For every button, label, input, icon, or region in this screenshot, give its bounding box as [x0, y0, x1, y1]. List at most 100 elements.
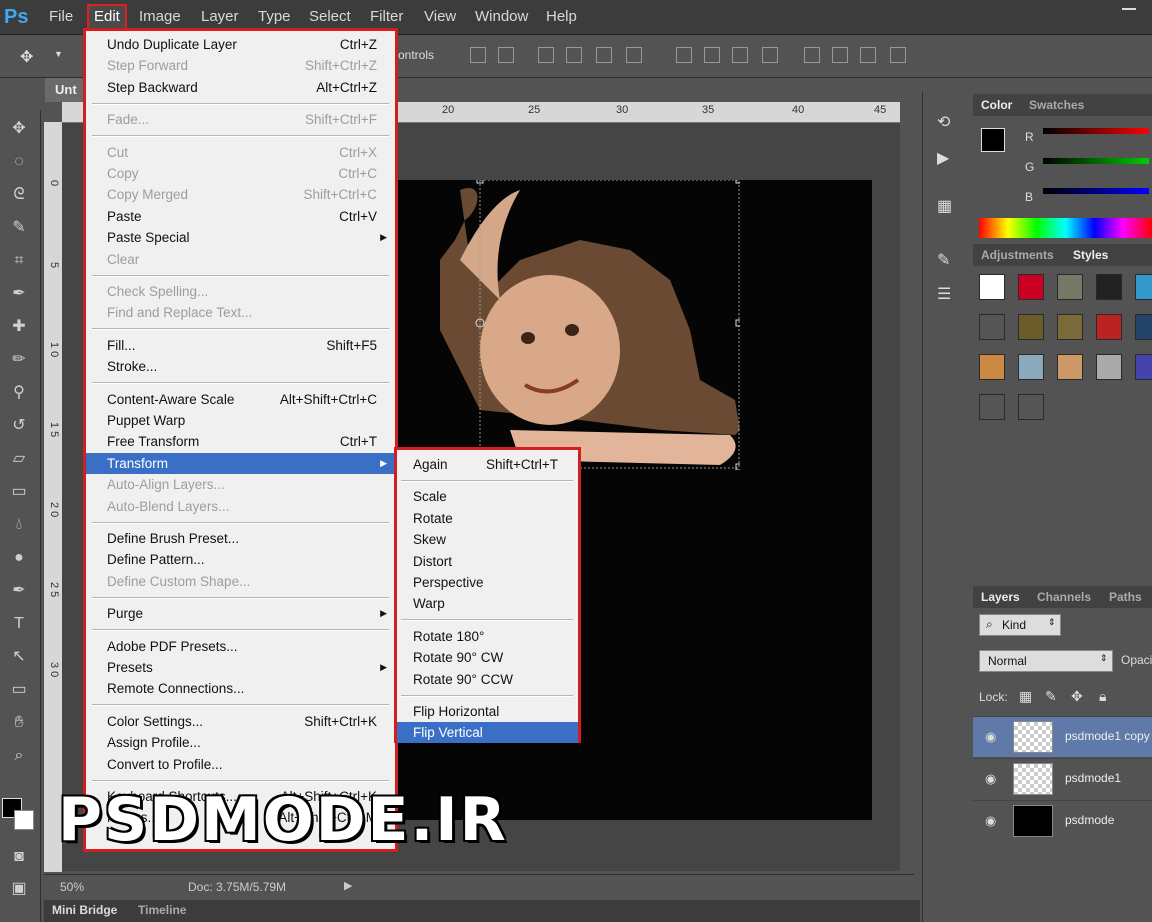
- zoom-tool-icon[interactable]: ⌕: [8, 745, 30, 767]
- style-swatch[interactable]: [1018, 274, 1044, 300]
- actions-play-icon[interactable]: ▶: [937, 148, 949, 168]
- menu-item-flip-vertical[interactable]: Flip Vertical: [397, 722, 578, 744]
- align-option-icon[interactable]: [804, 47, 820, 63]
- history-brush-tool-icon[interactable]: ↺: [8, 415, 30, 437]
- menu-filter[interactable]: Filter: [365, 6, 408, 28]
- tab-styles[interactable]: Styles: [1073, 248, 1108, 262]
- blue-slider[interactable]: [1043, 188, 1149, 194]
- menu-item-perspective[interactable]: Perspective: [397, 572, 578, 593]
- zoom-level[interactable]: 50%: [60, 880, 84, 894]
- menu-edit[interactable]: Edit: [87, 4, 127, 30]
- quick-mask-icon[interactable]: ◙: [8, 846, 30, 868]
- type-tool-icon[interactable]: T: [8, 613, 30, 635]
- healing-tool-icon[interactable]: ✚: [8, 316, 30, 338]
- hand-tool-icon[interactable]: ✋︎: [8, 712, 30, 734]
- foreground-color-swatch[interactable]: [981, 128, 1005, 152]
- layer-name[interactable]: psdmode: [1065, 813, 1114, 827]
- pen-tool-icon[interactable]: ✒: [8, 580, 30, 602]
- move-tool-icon[interactable]: ✥: [8, 118, 30, 140]
- menu-item-rotate-180[interactable]: Rotate 180°: [397, 626, 578, 647]
- menu-item-scale[interactable]: Scale: [397, 486, 578, 507]
- quick-select-tool-icon[interactable]: ✎: [8, 217, 30, 239]
- tab-layers[interactable]: Layers: [981, 590, 1020, 604]
- align-option-icon[interactable]: [676, 47, 692, 63]
- style-swatch[interactable]: [1018, 314, 1044, 340]
- style-swatch[interactable]: [1018, 394, 1044, 420]
- clone-stamp-tool-icon[interactable]: ⚲: [8, 382, 30, 404]
- menu-item-step-backward[interactable]: Step Backward Alt+Ctrl+Z: [86, 77, 395, 98]
- menu-type[interactable]: Type: [253, 6, 296, 28]
- menu-window[interactable]: Window: [470, 6, 533, 28]
- menu-item-convert-to-profile[interactable]: Convert to Profile...: [86, 754, 395, 775]
- style-swatch[interactable]: [1057, 314, 1083, 340]
- style-swatch[interactable]: [1096, 274, 1122, 300]
- align-option-icon[interactable]: [732, 47, 748, 63]
- menu-item-flip-horizontal[interactable]: Flip Horizontal: [397, 701, 578, 722]
- align-option-icon[interactable]: [762, 47, 778, 63]
- tab-swatches[interactable]: Swatches: [1029, 98, 1084, 112]
- align-option-icon[interactable]: [626, 47, 642, 63]
- align-option-icon[interactable]: [470, 47, 486, 63]
- properties-icon[interactable]: ▦: [937, 196, 952, 216]
- layer-kind-filter[interactable]: ⌕ Kind ⇕: [979, 614, 1061, 636]
- menu-item-rotate-90-cw[interactable]: Rotate 90° CW: [397, 647, 578, 668]
- menu-item-stroke[interactable]: Stroke...: [86, 356, 395, 377]
- menu-item-define-brush-preset[interactable]: Define Brush Preset...: [86, 528, 395, 549]
- tab-channels[interactable]: Channels: [1037, 590, 1091, 604]
- align-option-icon[interactable]: [566, 47, 582, 63]
- lock-pixels-icon[interactable]: ✎: [1045, 688, 1057, 705]
- align-option-icon[interactable]: [498, 47, 514, 63]
- screen-mode-icon[interactable]: ▣: [8, 878, 30, 900]
- brush-panel-icon[interactable]: ✎: [937, 250, 950, 270]
- menu-file[interactable]: File: [44, 6, 78, 28]
- style-swatch[interactable]: [979, 274, 1005, 300]
- tab-adjustments[interactable]: Adjustments: [981, 248, 1054, 262]
- menu-item-warp[interactable]: Warp: [397, 593, 578, 614]
- layer-row[interactable]: ◉ psdmode1: [973, 758, 1152, 799]
- align-option-icon[interactable]: [596, 47, 612, 63]
- minimize-icon[interactable]: [1122, 8, 1136, 10]
- blur-tool-icon[interactable]: 💧︎: [8, 514, 30, 536]
- menu-item-adobe-pdf-presets[interactable]: Adobe PDF Presets...: [86, 636, 395, 657]
- menu-layer[interactable]: Layer: [196, 6, 244, 28]
- history-icon[interactable]: ⟲: [937, 112, 950, 132]
- menu-select[interactable]: Select: [304, 6, 356, 28]
- tab-color[interactable]: Color: [981, 98, 1012, 112]
- menu-item-presets[interactable]: Presets ▶: [86, 657, 395, 678]
- lasso-tool-icon[interactable]: ᘓ: [8, 184, 30, 206]
- align-option-icon[interactable]: [860, 47, 876, 63]
- eye-icon[interactable]: ◉: [985, 771, 996, 787]
- color-spectrum-bar[interactable]: [979, 218, 1152, 238]
- marquee-tool-icon[interactable]: ◌: [8, 151, 30, 173]
- style-swatch[interactable]: [1135, 274, 1152, 300]
- eraser-tool-icon[interactable]: ▱: [8, 448, 30, 470]
- align-option-icon[interactable]: [832, 47, 848, 63]
- style-swatch[interactable]: [1135, 314, 1152, 340]
- menu-item-skew[interactable]: Skew: [397, 529, 578, 550]
- crop-tool-icon[interactable]: ⌗: [8, 250, 30, 272]
- menu-help[interactable]: Help: [541, 6, 582, 28]
- layer-name[interactable]: psdmode1: [1065, 771, 1121, 785]
- align-option-icon[interactable]: [890, 47, 906, 63]
- menu-item-purge[interactable]: Purge ▶: [86, 603, 395, 624]
- menu-item-color-settings[interactable]: Color Settings... Shift+Ctrl+K: [86, 711, 395, 732]
- style-swatch[interactable]: [1096, 354, 1122, 380]
- style-swatch[interactable]: [979, 354, 1005, 380]
- layer-name[interactable]: psdmode1 copy: [1065, 729, 1150, 743]
- menu-item-paste[interactable]: Paste Ctrl+V: [86, 206, 395, 227]
- gradient-tool-icon[interactable]: ▭: [8, 481, 30, 503]
- tab-timeline[interactable]: Timeline: [138, 903, 186, 917]
- tab-mini-bridge[interactable]: Mini Bridge: [52, 903, 117, 917]
- menu-item-assign-profile[interactable]: Assign Profile...: [86, 732, 395, 753]
- menu-item-undo-duplicate-layer[interactable]: Undo Duplicate Layer Ctrl+Z: [86, 34, 395, 55]
- menu-item-fill[interactable]: Fill... Shift+F5: [86, 335, 395, 356]
- menu-view[interactable]: View: [419, 6, 461, 28]
- shape-tool-icon[interactable]: ▭: [8, 679, 30, 701]
- tab-paths[interactable]: Paths: [1109, 590, 1142, 604]
- style-swatch[interactable]: [1135, 354, 1152, 380]
- menu-item-paste-special[interactable]: Paste Special ▶: [86, 227, 395, 248]
- align-option-icon[interactable]: [704, 47, 720, 63]
- style-swatch[interactable]: [979, 394, 1005, 420]
- brush-tool-icon[interactable]: ✏: [8, 349, 30, 371]
- dodge-tool-icon[interactable]: ●: [8, 547, 30, 569]
